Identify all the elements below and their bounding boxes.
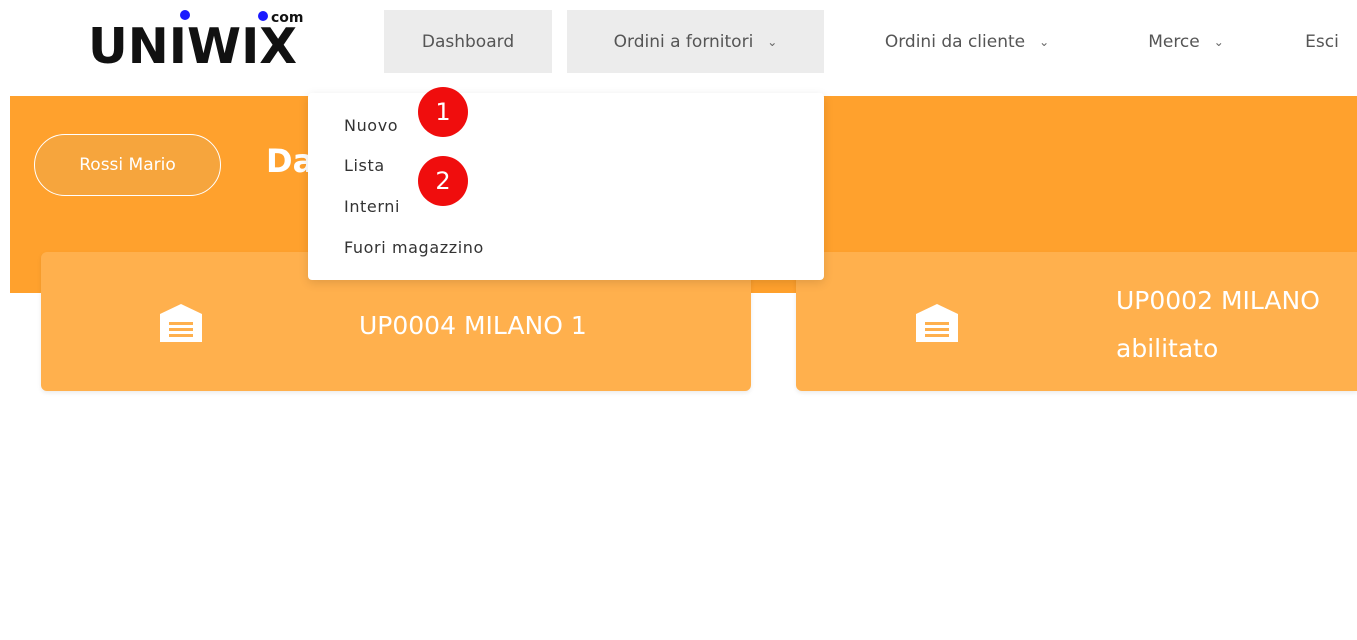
logo-dot	[180, 10, 190, 20]
chevron-down-icon: ⌄	[1213, 34, 1224, 49]
chevron-down-icon: ⌄	[1039, 34, 1050, 49]
warehouse-icon	[916, 304, 958, 342]
nav-esci[interactable]: Esci	[1292, 10, 1352, 73]
annotation-badge: 2	[418, 156, 468, 206]
ordini-fornitori-dropdown: Nuovo Lista Interni Fuori magazzino	[308, 93, 824, 280]
chevron-down-icon: ⌄	[767, 34, 778, 49]
warehouse-card-status: abilitato	[1116, 334, 1219, 363]
nav-ordini-fornitori[interactable]: Ordini a fornitori ⌄	[567, 10, 824, 73]
warehouse-card-title: UP0002 MILANO	[1116, 286, 1320, 315]
warehouse-card[interactable]: UP0002 MILANO abilitato	[796, 252, 1357, 391]
logo-wordmark: UNIWIX	[88, 18, 298, 75]
page-title: Dashboard	[266, 142, 314, 180]
uniwix-logo[interactable]: UNIWIX com	[88, 10, 318, 76]
nav-merce[interactable]: Merce ⌄	[1124, 10, 1248, 73]
logo-com-suffix: com	[271, 10, 304, 26]
menu-item-nuovo[interactable]: Nuovo	[344, 116, 398, 135]
nav-merce-label: Merce	[1148, 31, 1200, 52]
menu-item-fuori-magazzino[interactable]: Fuori magazzino	[344, 238, 484, 257]
nav-dashboard[interactable]: Dashboard	[384, 10, 552, 73]
annotation-badge: 1	[418, 87, 468, 137]
nav-ordini-cliente[interactable]: Ordini da cliente ⌄	[858, 10, 1076, 73]
logo-dot	[258, 11, 268, 21]
nav-ordini-fornitori-label: Ordini a fornitori	[613, 31, 754, 52]
warehouse-icon	[160, 304, 202, 342]
nav-dashboard-label: Dashboard	[421, 31, 515, 52]
menu-item-interni[interactable]: Interni	[344, 197, 400, 216]
dropdown-caret	[788, 83, 808, 93]
top-navbar: UNIWIX com Dashboard Ordini a fornitori …	[0, 0, 1357, 96]
nav-ordini-cliente-label: Ordini da cliente	[884, 31, 1026, 52]
warehouse-card-title: UP0004 MILANO 1	[359, 311, 587, 340]
nav-esci-label: Esci	[1305, 31, 1339, 52]
menu-item-lista[interactable]: Lista	[344, 156, 385, 175]
user-button[interactable]: Rossi Mario	[34, 134, 221, 196]
